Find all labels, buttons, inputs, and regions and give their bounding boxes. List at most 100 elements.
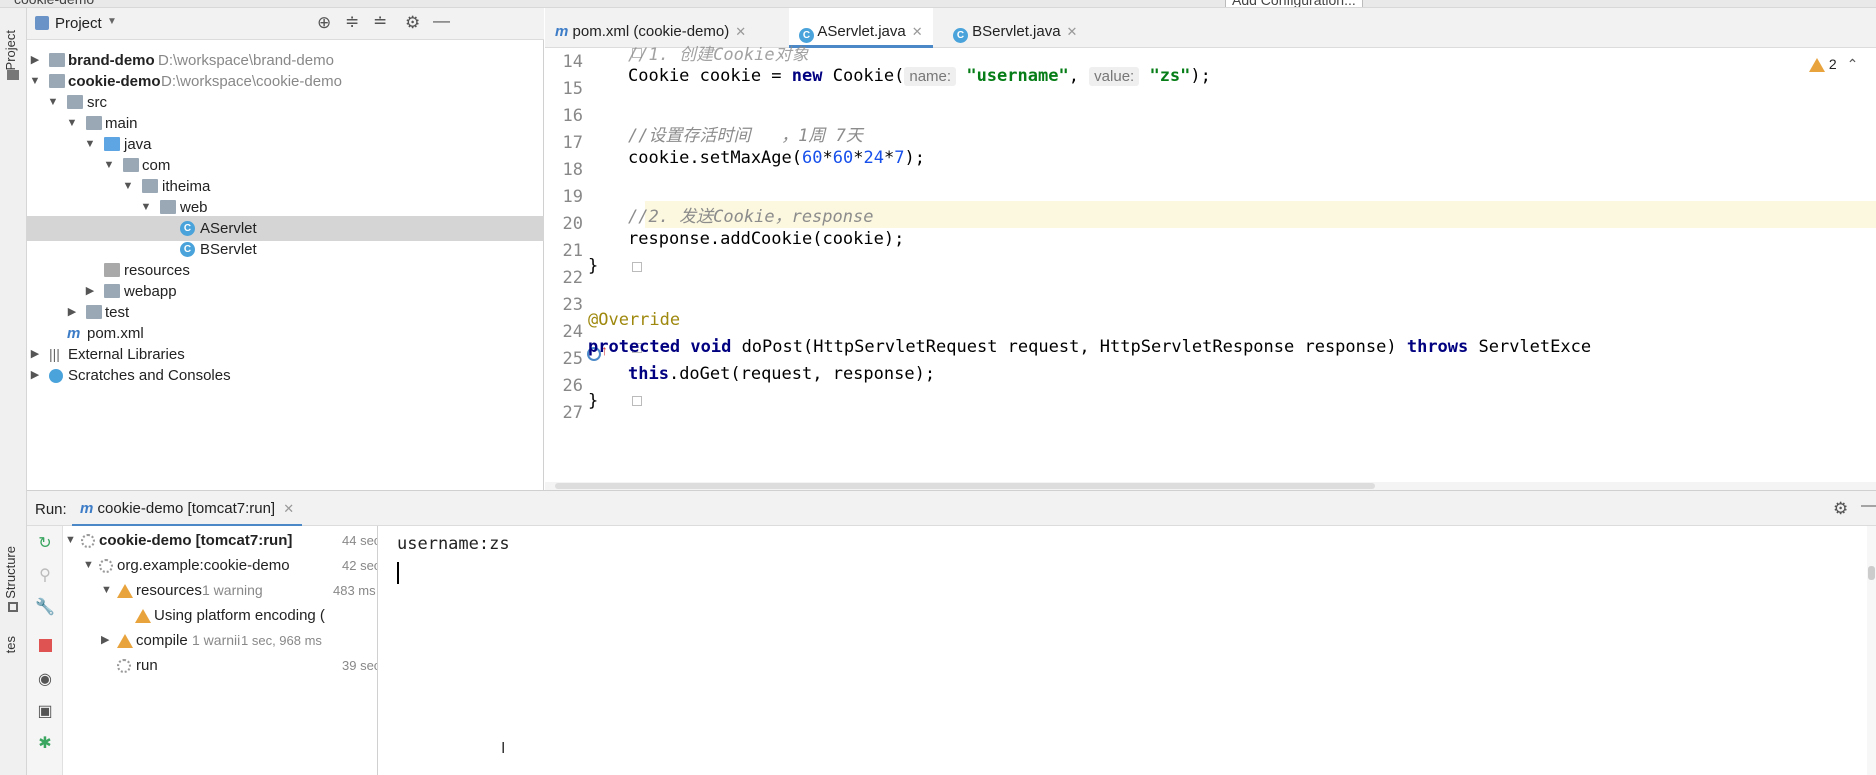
gear-icon[interactable]: ⚙ — [405, 13, 420, 33]
project-tool-window-button[interactable]: Project — [3, 30, 18, 70]
class-icon: C — [180, 242, 195, 257]
code-line-24: @Override — [588, 310, 681, 330]
text-cursor — [397, 562, 399, 584]
folder-icon — [67, 95, 83, 109]
tab-bservlet[interactable]: C BServlet.java ✕ — [943, 8, 1087, 48]
run-tool-window-header: Run: m cookie-demo [tomcat7:run] ✕ ⚙ — — [27, 490, 1876, 527]
folder-icon — [7, 70, 19, 80]
scrollbar-thumb[interactable] — [555, 483, 1375, 489]
build-node-duration: 1 sec, 968 ms — [241, 633, 322, 648]
chevron-down-icon[interactable]: ▼ — [83, 553, 94, 578]
inspection-widget[interactable]: 2 ⌃ — [1809, 56, 1858, 73]
package-icon — [123, 158, 139, 172]
code-line-17: //设置存活时间 ，1周 7天 — [628, 126, 863, 146]
minimize-icon[interactable]: — — [1861, 497, 1876, 514]
close-icon[interactable]: ✕ — [735, 24, 746, 39]
breadcrumb[interactable]: cookie-demo — [14, 0, 94, 7]
folder-icon — [86, 116, 102, 130]
code-line-18: cookie.setMaxAge(60*60*24*7); — [628, 148, 925, 168]
code-line-14: //1. 创建Cookie对象 — [628, 45, 809, 65]
module-folder-icon — [49, 74, 65, 88]
warning-icon — [135, 603, 151, 628]
build-node-run[interactable]: run 39 sec — [63, 653, 378, 678]
add-configuration-button[interactable]: Add Configuration... — [1225, 0, 1363, 7]
build-node-resources[interactable]: ▼ resources 1 warning 483 ms — [63, 578, 377, 603]
chevron-right-icon[interactable]: ▶ — [101, 628, 109, 653]
structure-icon — [8, 602, 18, 612]
chevron-right-icon[interactable]: ▶ — [29, 363, 41, 388]
close-icon[interactable]: ✕ — [1067, 24, 1078, 39]
code-line-22: } — [588, 256, 599, 276]
vertical-scrollbar[interactable] — [1867, 526, 1876, 775]
expand-all-icon[interactable]: ≑ — [345, 12, 359, 32]
close-icon[interactable]: ✕ — [283, 501, 294, 516]
chevron-down-icon[interactable]: ▼ — [107, 16, 117, 27]
chevron-down-icon[interactable]: ▼ — [101, 578, 112, 603]
eye-icon[interactable]: ◉ — [35, 670, 55, 690]
wrench-icon[interactable]: 🔧 — [35, 598, 55, 618]
run-tab-label: cookie-demo [tomcat7:run] — [97, 500, 276, 517]
build-node-duration: 483 ms — [333, 583, 376, 598]
run-toolbar: ↻ ⚲ 🔧 ◉ ▣ ✱ — [27, 526, 63, 775]
build-node-duration: 39 sec — [342, 658, 378, 673]
scratches-icon — [49, 369, 63, 383]
bookmarks-tool-window-button[interactable]: tes — [3, 636, 18, 653]
locate-icon[interactable]: ⊕ — [317, 13, 331, 33]
build-node-label: resources — [136, 582, 202, 599]
parameter-hint: name: — [904, 67, 957, 86]
project-view-selector[interactable]: Project — [55, 15, 102, 32]
code-line-20: //2. 发送Cookie，response — [628, 207, 874, 227]
collapse-all-icon[interactable]: ≐ — [373, 12, 387, 32]
build-node-warning[interactable]: Using platform encoding ( — [63, 603, 377, 628]
line-number: 18 — [562, 160, 583, 180]
resources-folder-icon — [104, 263, 120, 277]
minimize-icon[interactable]: — — [433, 11, 450, 31]
build-node-root[interactable]: ▼ cookie-demo [tomcat7:run] 44 sec — [63, 528, 377, 553]
run-tab[interactable]: m cookie-demo [tomcat7:run] ✕ — [72, 491, 303, 527]
mouse-pointer: I — [501, 740, 506, 757]
module-folder-icon — [49, 53, 65, 67]
maven-icon: m — [555, 23, 569, 40]
spinner-icon — [117, 653, 131, 678]
parameter-hint: value: — [1089, 67, 1140, 86]
code-editor[interactable]: m pom.xml (cookie-demo) ✕ C AServlet.java… — [545, 8, 1876, 490]
debug-icon[interactable]: ✱ — [35, 734, 55, 754]
line-number: 24 — [562, 322, 583, 342]
close-icon[interactable]: ✕ — [912, 24, 923, 39]
code-line-27: } — [588, 391, 599, 411]
scrollbar-thumb[interactable] — [1868, 566, 1875, 580]
tree-item-scratches[interactable]: ▶ Scratches and Consoles — [27, 363, 544, 388]
rerun-icon[interactable]: ↻ — [35, 534, 55, 554]
run-label: Run: — [35, 501, 67, 518]
tab-aservlet[interactable]: C AServlet.java ✕ — [789, 8, 933, 48]
code-line-15: Cookie cookie = new Cookie(name: "userna… — [628, 66, 1211, 86]
line-number: 19 — [562, 187, 583, 207]
chevron-up-icon[interactable]: ⌃ — [1847, 56, 1859, 72]
stop-icon[interactable] — [35, 638, 55, 658]
gear-icon[interactable]: ⚙ — [1833, 499, 1848, 519]
fold-icon[interactable] — [632, 262, 642, 272]
console-output[interactable]: username:zs I — [379, 526, 1876, 775]
class-icon: C — [180, 221, 195, 236]
build-node-label: Using platform encoding ( — [154, 607, 325, 624]
tab-label: AServlet.java — [817, 23, 906, 40]
build-node-module[interactable]: ▼ org.example:cookie-demo 42 sec — [63, 553, 378, 578]
line-number: 25 — [562, 349, 583, 369]
fold-icon[interactable] — [632, 396, 642, 406]
build-node-note: 1 warning — [202, 582, 263, 598]
warning-icon — [117, 628, 133, 653]
tab-label: pom.xml (cookie-demo) — [572, 23, 730, 40]
warning-count: 2 — [1828, 56, 1837, 72]
build-node-duration: 42 sec — [342, 558, 378, 573]
toggle-tree-icon[interactable]: ⚲ — [35, 566, 55, 586]
code-line-26: this.doGet(request, response); — [628, 364, 936, 384]
project-panel-header: Project ▼ ⊕ ≑ ≐ ⚙ — — [27, 8, 544, 40]
chevron-down-icon[interactable]: ▼ — [65, 528, 76, 553]
horizontal-scrollbar[interactable] — [545, 482, 1876, 490]
code-line-21: response.addCookie(cookie); — [628, 229, 905, 249]
package-icon — [160, 200, 176, 214]
structure-tool-window-button[interactable]: Structure — [3, 546, 18, 599]
camera-icon[interactable]: ▣ — [35, 702, 55, 722]
warning-icon — [117, 578, 133, 603]
build-node-compile[interactable]: ▶ compile 1 warnii 1 sec, 968 ms — [63, 628, 377, 653]
